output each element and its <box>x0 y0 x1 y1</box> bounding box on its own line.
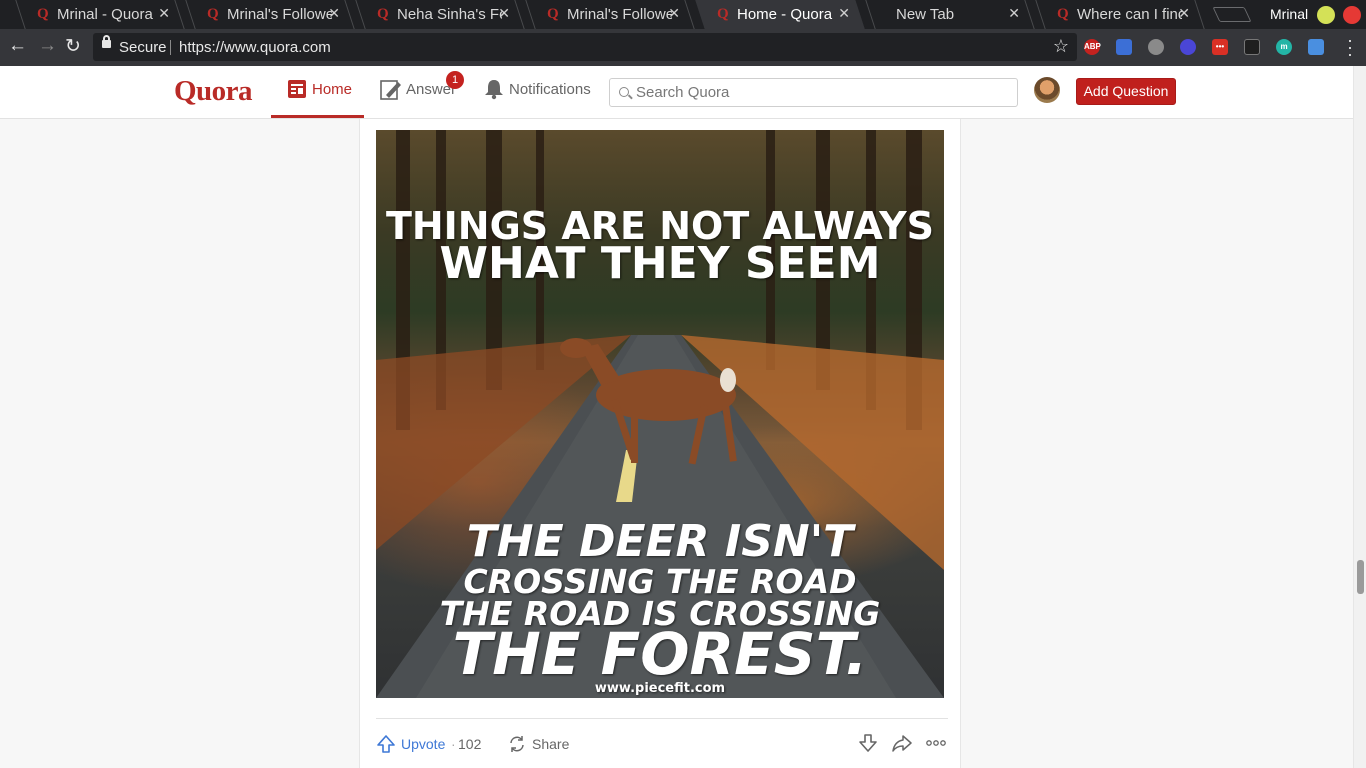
tab-title: Home - Quora <box>737 6 833 23</box>
share-cycle-icon <box>510 736 524 752</box>
home-feed-icon <box>288 80 306 98</box>
image-caption-line: THE FOREST. <box>452 620 868 688</box>
extension-cloud-icon[interactable] <box>1148 39 1164 55</box>
extension-m-icon[interactable]: m <box>1276 39 1292 55</box>
browser-tab-active[interactable]: Q Home - Quora ✕ <box>690 0 870 29</box>
extension-plane-icon[interactable] <box>1308 39 1324 55</box>
tab-close-icon[interactable]: ✕ <box>158 5 170 22</box>
browser-tab[interactable]: Q Mrinal - Quora ✕ <box>10 0 190 29</box>
more-options-icon[interactable] <box>926 739 946 747</box>
secure-label: Secure <box>119 39 167 56</box>
browser-tab[interactable]: Q Where can I find ✕ <box>1030 0 1210 29</box>
tab-title: Mrinal's Followe <box>227 6 332 23</box>
tab-close-icon[interactable]: ✕ <box>668 5 680 22</box>
image-caption-line: WHAT THEY SEEM <box>439 238 881 289</box>
new-tab-button[interactable] <box>1212 7 1252 22</box>
upvote-separator: · <box>451 736 456 752</box>
search-icon <box>619 87 629 97</box>
tab-title: Mrinal - Quora <box>57 6 153 23</box>
search-box[interactable] <box>609 78 1018 107</box>
tab-title: Where can I find <box>1077 6 1182 23</box>
action-bar-divider <box>376 718 948 719</box>
browser-profile-name[interactable]: Mrinal <box>1270 6 1308 22</box>
browser-tab[interactable]: Q Mrinal's Followe ✕ <box>520 0 700 29</box>
downvote-arrow-icon[interactable] <box>858 733 878 753</box>
quora-icon: Q <box>717 6 729 22</box>
tab-close-icon[interactable]: ✕ <box>1008 5 1020 22</box>
browser-tab[interactable]: New Tab ✕ <box>860 0 1040 29</box>
add-question-button[interactable]: Add Question <box>1076 78 1176 105</box>
page-scrollbar[interactable] <box>1353 66 1366 768</box>
address-separator <box>170 40 171 55</box>
bell-icon <box>485 80 503 100</box>
browser-tab-strip: Q Mrinal - Quora ✕ Q Mrinal's Followe ✕ … <box>0 0 1366 29</box>
quora-icon: Q <box>37 6 49 22</box>
browser-toolbar: ← → ↻ Secure https://www.quora.com ☆ ABP… <box>0 29 1366 66</box>
url-text[interactable]: https://www.quora.com <box>179 39 331 56</box>
browser-tab[interactable]: Q Mrinal's Followe ✕ <box>180 0 360 29</box>
back-arrow-icon[interactable]: ← <box>8 35 27 57</box>
tab-close-icon[interactable]: ✕ <box>1178 5 1190 22</box>
quora-icon: Q <box>1057 6 1069 22</box>
upvote-count: 102 <box>458 736 482 752</box>
tab-close-icon[interactable]: ✕ <box>838 5 850 22</box>
quora-icon: Q <box>207 6 219 22</box>
nav-home-label: Home <box>312 81 353 98</box>
extension-blue-icon[interactable] <box>1116 39 1132 55</box>
share-button[interactable]: Share <box>508 735 578 755</box>
minimize-button[interactable] <box>1317 6 1335 24</box>
nav-notifications[interactable]: Notifications <box>480 66 595 118</box>
upvote-label: Upvote <box>401 736 446 752</box>
tab-close-icon[interactable]: ✕ <box>498 5 510 22</box>
avatar[interactable] <box>1034 77 1060 103</box>
answer-card: THINGS ARE NOT ALWAYS WHAT THEY SEEM THE… <box>359 119 961 768</box>
address-bar[interactable]: Secure https://www.quora.com ☆ <box>93 33 1077 61</box>
post-image: THINGS ARE NOT ALWAYS WHAT THEY SEEM THE… <box>376 130 944 698</box>
answer-count-badge: 1 <box>446 71 464 89</box>
tab-title: Mrinal's Followe <box>567 6 672 23</box>
image-caption-line: THE DEER ISN'T <box>466 516 854 567</box>
scrollbar-thumb[interactable] <box>1357 560 1364 594</box>
upvote-arrow-icon <box>377 735 395 753</box>
extension-dots-icon[interactable]: ••• <box>1212 39 1228 55</box>
pencil-icon <box>380 80 401 100</box>
share-arrow-icon[interactable] <box>892 733 912 753</box>
extension-moon-icon[interactable] <box>1180 39 1196 55</box>
lock-icon <box>102 35 111 48</box>
extension-bird-icon[interactable] <box>1244 39 1260 55</box>
reload-icon[interactable]: ↻ <box>65 35 81 58</box>
search-input[interactable] <box>636 82 1006 103</box>
close-window-button[interactable] <box>1343 6 1361 24</box>
image-credit: www.piecefit.com <box>594 681 726 696</box>
quora-icon: Q <box>377 6 389 22</box>
browser-tab[interactable]: Q Neha Sinha's Fol ✕ <box>350 0 530 29</box>
share-label: Share <box>532 736 570 752</box>
tab-title: New Tab <box>896 6 955 23</box>
tab-title: Neha Sinha's Fol <box>397 6 502 23</box>
quora-header: Quora Home Answer 1 Notifications Add Qu… <box>0 66 1353 119</box>
bookmark-star-icon[interactable]: ☆ <box>1053 36 1069 57</box>
quora-icon: Q <box>547 6 559 22</box>
upvote-button[interactable]: Upvote · 102 <box>376 735 486 755</box>
quora-logo[interactable]: Quora <box>174 75 253 108</box>
adblock-plus-icon[interactable]: ABP <box>1084 39 1101 55</box>
tab-close-icon[interactable]: ✕ <box>328 5 340 22</box>
browser-menu-icon[interactable]: · · · <box>1345 31 1355 63</box>
nav-notifications-label: Notifications <box>509 81 591 98</box>
nav-home[interactable]: Home <box>271 66 364 118</box>
forward-arrow-icon[interactable]: → <box>38 35 57 57</box>
